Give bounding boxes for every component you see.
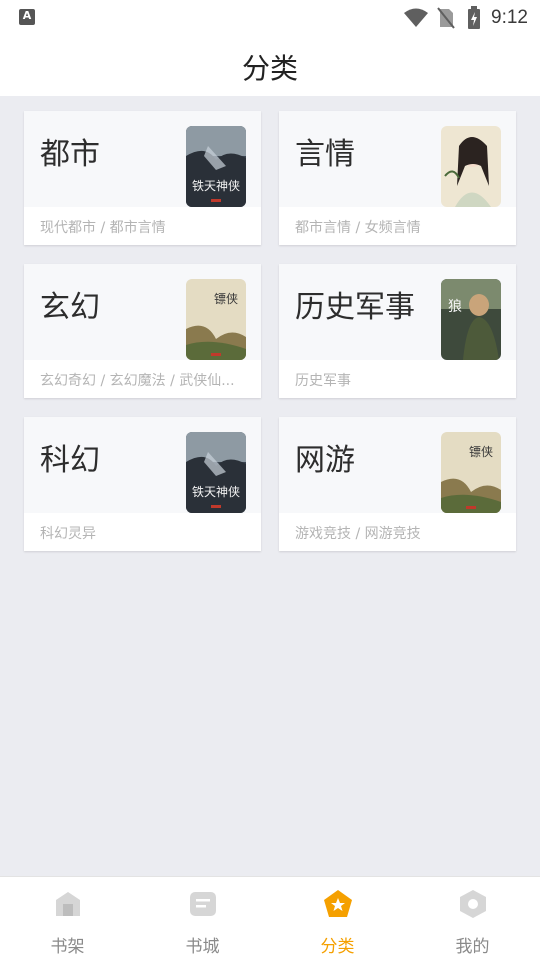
category-subtitle: 都市言情 / 女频言情 [295, 220, 421, 236]
bookshelf-icon [52, 888, 84, 920]
nav-label: 书城 [185, 937, 220, 957]
category-card-yanqing[interactable]: 言情 都市言情 / 女频言情 [279, 111, 516, 245]
book-cover: 铁天神侠 [186, 432, 246, 513]
profile-icon [457, 888, 489, 920]
nav-profile[interactable]: 我的 [405, 877, 540, 960]
category-name: 科幻 [40, 443, 100, 478]
category-card-dushi[interactable]: 都市 铁天神侠 现代都市 / 都市言情 [24, 111, 261, 245]
svg-text:镖侠: 镖侠 [214, 291, 238, 306]
page-title: 分类 [241, 52, 298, 85]
accessibility-icon: A [19, 9, 35, 25]
nav-label: 我的 [455, 937, 490, 957]
category-card-wangyou[interactable]: 网游 镖侠 游戏竞技 / 网游竞技 [279, 417, 516, 551]
book-cover [441, 126, 501, 207]
category-name: 玄幻 [40, 290, 100, 325]
category-name: 都市 [40, 137, 100, 172]
svg-text:铁天神侠: 铁天神侠 [192, 179, 240, 193]
nav-bookshelf[interactable]: 书架 [0, 877, 135, 960]
category-name: 历史军事 [295, 290, 415, 325]
category-card-xuanhuan[interactable]: 玄幻 镖侠 玄幻奇幻 / 玄幻魔法 / 武侠仙... [24, 264, 261, 398]
category-subtitle: 科幻灵异 [40, 526, 96, 542]
book-cover: 狼 [441, 279, 501, 360]
nav-label: 分类 [320, 937, 355, 957]
svg-text:铁天神侠: 铁天神侠 [192, 485, 240, 499]
category-subtitle: 游戏竞技 / 网游竞技 [295, 526, 421, 542]
status-icons: 9:12 [403, 5, 528, 31]
header: 分类 [0, 36, 540, 96]
category-subtitle: 历史军事 [295, 373, 351, 389]
status-bar: A 9:12 [0, 0, 540, 36]
clock: 9:12 [491, 7, 528, 28]
book-cover: 铁天神侠 [186, 126, 246, 207]
battery-icon [467, 6, 481, 30]
svg-text:镖侠: 镖侠 [469, 444, 493, 459]
book-cover: 镖侠 [441, 432, 501, 513]
category-icon [322, 888, 354, 920]
category-name: 言情 [295, 137, 355, 172]
category-subtitle: 玄幻奇幻 / 玄幻魔法 / 武侠仙... [40, 373, 235, 389]
bottom-nav: 书架 书城 分类 我的 [0, 876, 540, 960]
nav-label: 书架 [50, 937, 85, 957]
svg-text:狼: 狼 [448, 299, 462, 315]
category-card-lishijunshi[interactable]: 历史军事 狼 历史军事 [279, 264, 516, 398]
category-name: 网游 [295, 443, 355, 478]
bookstore-icon [187, 888, 219, 920]
no-sim-icon [437, 7, 455, 29]
wifi-icon [403, 8, 429, 28]
category-card-kehuan[interactable]: 科幻 铁天神侠 科幻灵异 [24, 417, 261, 551]
book-cover: 镖侠 [186, 279, 246, 360]
nav-bookstore[interactable]: 书城 [135, 877, 270, 960]
nav-category[interactable]: 分类 [270, 877, 405, 960]
category-subtitle: 现代都市 / 都市言情 [40, 220, 166, 236]
